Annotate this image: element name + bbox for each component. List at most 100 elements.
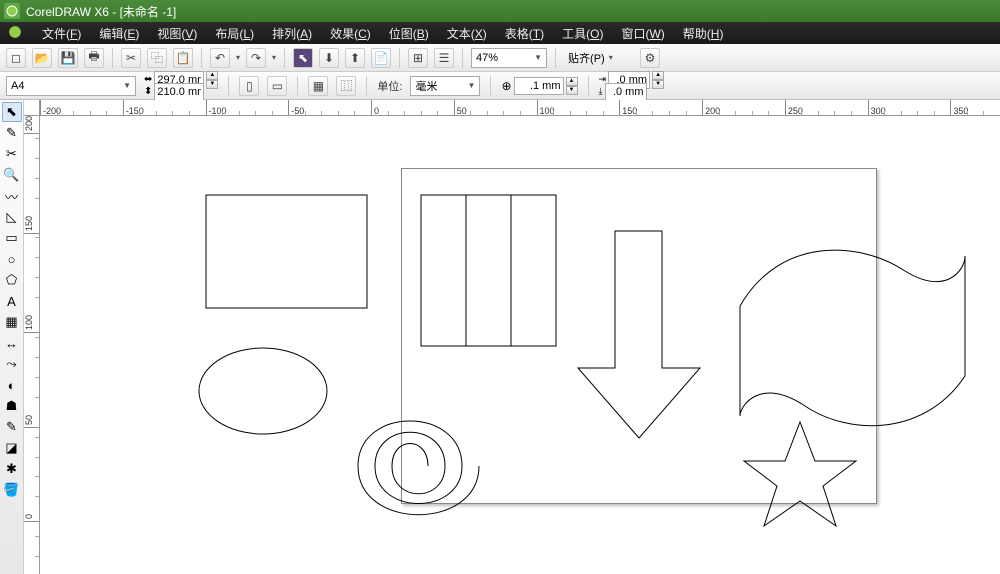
ruler-tick: 300 — [868, 100, 886, 116]
spin-down[interactable]: ▼ — [566, 86, 578, 95]
paste-button[interactable]: 📋 — [173, 48, 193, 68]
window-title: CorelDRAW X6 - [未命名 -1] — [26, 3, 176, 20]
interactive-tool[interactable]: ◐ — [2, 375, 22, 395]
all-pages-button[interactable]: ▦ — [308, 76, 328, 96]
ruler-tick: -50 — [288, 100, 304, 116]
canvas-area[interactable]: -200-150-100-50050100150200250300350 200… — [24, 100, 1000, 574]
ruler-vertical[interactable]: 200150100500 — [24, 116, 40, 574]
cut-icon: ✂ — [126, 51, 136, 65]
spin-up[interactable]: ▲ — [206, 71, 218, 80]
nudge-input[interactable] — [514, 77, 564, 95]
menu-c[interactable]: 效果(C) — [330, 25, 371, 42]
print-button[interactable]: 🖶 — [84, 48, 104, 68]
cut-button[interactable]: ✂ — [121, 48, 141, 68]
facing-icon: ⿲ — [340, 77, 352, 94]
page-preset-combo[interactable]: A4 ▼ — [6, 76, 136, 96]
menu-l[interactable]: 布局(L) — [215, 25, 254, 42]
portrait-button[interactable]: ▯ — [239, 76, 259, 96]
menu-x[interactable]: 文本(X) — [447, 25, 487, 42]
rectangle-tool[interactable]: ▭ — [2, 228, 22, 248]
polygon-tool[interactable]: ⬠ — [2, 270, 22, 290]
copy-button[interactable]: ⿻ — [147, 48, 167, 68]
dup-y-input[interactable] — [605, 83, 647, 101]
ruler-origin[interactable] — [24, 100, 40, 116]
graph-column-2 — [466, 195, 511, 346]
page-height-spinner[interactable]: ⬍ — [144, 83, 218, 101]
open-button[interactable]: 📂 — [32, 48, 52, 68]
fill-tool[interactable]: ◪ — [2, 438, 22, 458]
toolbox: ⬉ ✎ ✂ 🔍 〰 ◺ ▭ ○ ⬠ A ▦ ↔ ⤳ ◐ ☗ ✎ ◪ ✱ 🪣 — [0, 100, 24, 574]
text-tool[interactable]: A — [2, 291, 22, 311]
zoom-tool[interactable]: 🔍 — [2, 165, 22, 185]
import-icon: ⬇ — [324, 51, 334, 65]
connector-tool-icon: ⤳ — [6, 356, 16, 372]
freehand-tool[interactable]: 〰 — [2, 186, 22, 206]
eyedropper-tool-icon: ☗ — [6, 398, 18, 414]
nudge-spinner[interactable]: ⊕ ▲▼ — [501, 77, 577, 95]
menu-b[interactable]: 位图(B) — [389, 25, 429, 42]
ruler-tick: 0 — [371, 100, 379, 116]
new-button[interactable]: ◻ — [6, 48, 26, 68]
rectangle-tool-icon: ▭ — [5, 230, 17, 246]
pick-button[interactable]: ⬉ — [293, 48, 313, 68]
welcome-button[interactable]: ☰ — [434, 48, 454, 68]
outline-tool[interactable]: ✎ — [2, 417, 22, 437]
spiral-shape — [358, 421, 479, 515]
menu-f[interactable]: 文件(F) — [42, 25, 81, 42]
menu-t[interactable]: 表格(T) — [505, 25, 544, 42]
ruler-tick: 50 — [24, 415, 40, 428]
units-combo[interactable]: 毫米 ▼ — [410, 76, 480, 96]
save-button[interactable]: 💾 — [58, 48, 78, 68]
publish-button[interactable]: 📄 — [371, 48, 391, 68]
import-button[interactable]: ⬇ — [319, 48, 339, 68]
menu-e[interactable]: 编辑(E) — [99, 25, 139, 42]
table-tool[interactable]: ▦ — [2, 312, 22, 332]
ruler-tick: 200 — [24, 116, 40, 134]
save-icon: 💾 — [61, 51, 76, 65]
app-launcher-button[interactable]: ⊞ — [408, 48, 428, 68]
spin-up[interactable]: ▲ — [652, 71, 664, 80]
welcome-icon: ☰ — [439, 51, 450, 65]
menu-h[interactable]: 帮助(H) — [683, 25, 724, 42]
table-tool-icon: ▦ — [5, 314, 17, 330]
landscape-button[interactable]: ▭ — [267, 76, 287, 96]
page-height-input[interactable] — [154, 83, 204, 101]
rectangle-shape — [206, 195, 367, 308]
zoom-combo[interactable]: 47% ▼ — [471, 48, 547, 68]
export-button[interactable]: ⬆ — [345, 48, 365, 68]
ellipse-tool[interactable]: ○ — [2, 249, 22, 269]
connector-tool[interactable]: ⤳ — [2, 354, 22, 374]
ruler-horizontal[interactable]: -200-150-100-50050100150200250300350 — [40, 100, 1000, 116]
smart-tool-icon: ◺ — [7, 209, 17, 225]
menu-o[interactable]: 工具(O) — [562, 25, 603, 42]
units-value: 毫米 — [415, 78, 437, 94]
interactive-fill-tool[interactable]: ✱ — [2, 459, 22, 479]
dimension-tool[interactable]: ↔ — [2, 333, 22, 353]
export-icon: ⬆ — [350, 51, 360, 65]
menu-v[interactable]: 视图(V) — [157, 25, 197, 42]
polygon-tool-icon: ⬠ — [6, 272, 17, 288]
menu-w[interactable]: 窗口(W) — [621, 25, 664, 42]
shape-tool[interactable]: ✎ — [2, 123, 22, 143]
menu-a[interactable]: 排列(A) — [272, 25, 312, 42]
pick-tool[interactable]: ⬉ — [2, 102, 22, 122]
options-button[interactable]: ⚙ — [640, 48, 660, 68]
undo-button[interactable]: ↶ — [210, 48, 230, 68]
crop-tool[interactable]: ✂ — [2, 144, 22, 164]
interactive-fill-tool-icon: ✱ — [6, 461, 17, 477]
current-page-button[interactable]: ⿲ — [336, 76, 356, 96]
canvas-shapes — [40, 116, 1000, 574]
zoom-value: 47% — [476, 52, 498, 64]
redo-dropdown-icon[interactable]: ▾ — [272, 53, 276, 62]
snap-menu[interactable]: 贴齐(P) ▾ — [564, 48, 634, 68]
undo-dropdown-icon[interactable]: ▾ — [236, 53, 240, 62]
eyedropper-tool[interactable]: ☗ — [2, 396, 22, 416]
ruler-tick: 350 — [950, 100, 968, 116]
smart-tool[interactable]: ◺ — [2, 207, 22, 227]
allpages-icon: ▦ — [313, 79, 324, 93]
smart-fill-tool[interactable]: 🪣 — [2, 480, 22, 500]
redo-button[interactable]: ↷ — [246, 48, 266, 68]
duplicate-y-spinner[interactable]: ⤓ — [599, 83, 665, 101]
launcher-icon: ⊞ — [413, 51, 423, 65]
spin-up[interactable]: ▲ — [566, 77, 578, 86]
